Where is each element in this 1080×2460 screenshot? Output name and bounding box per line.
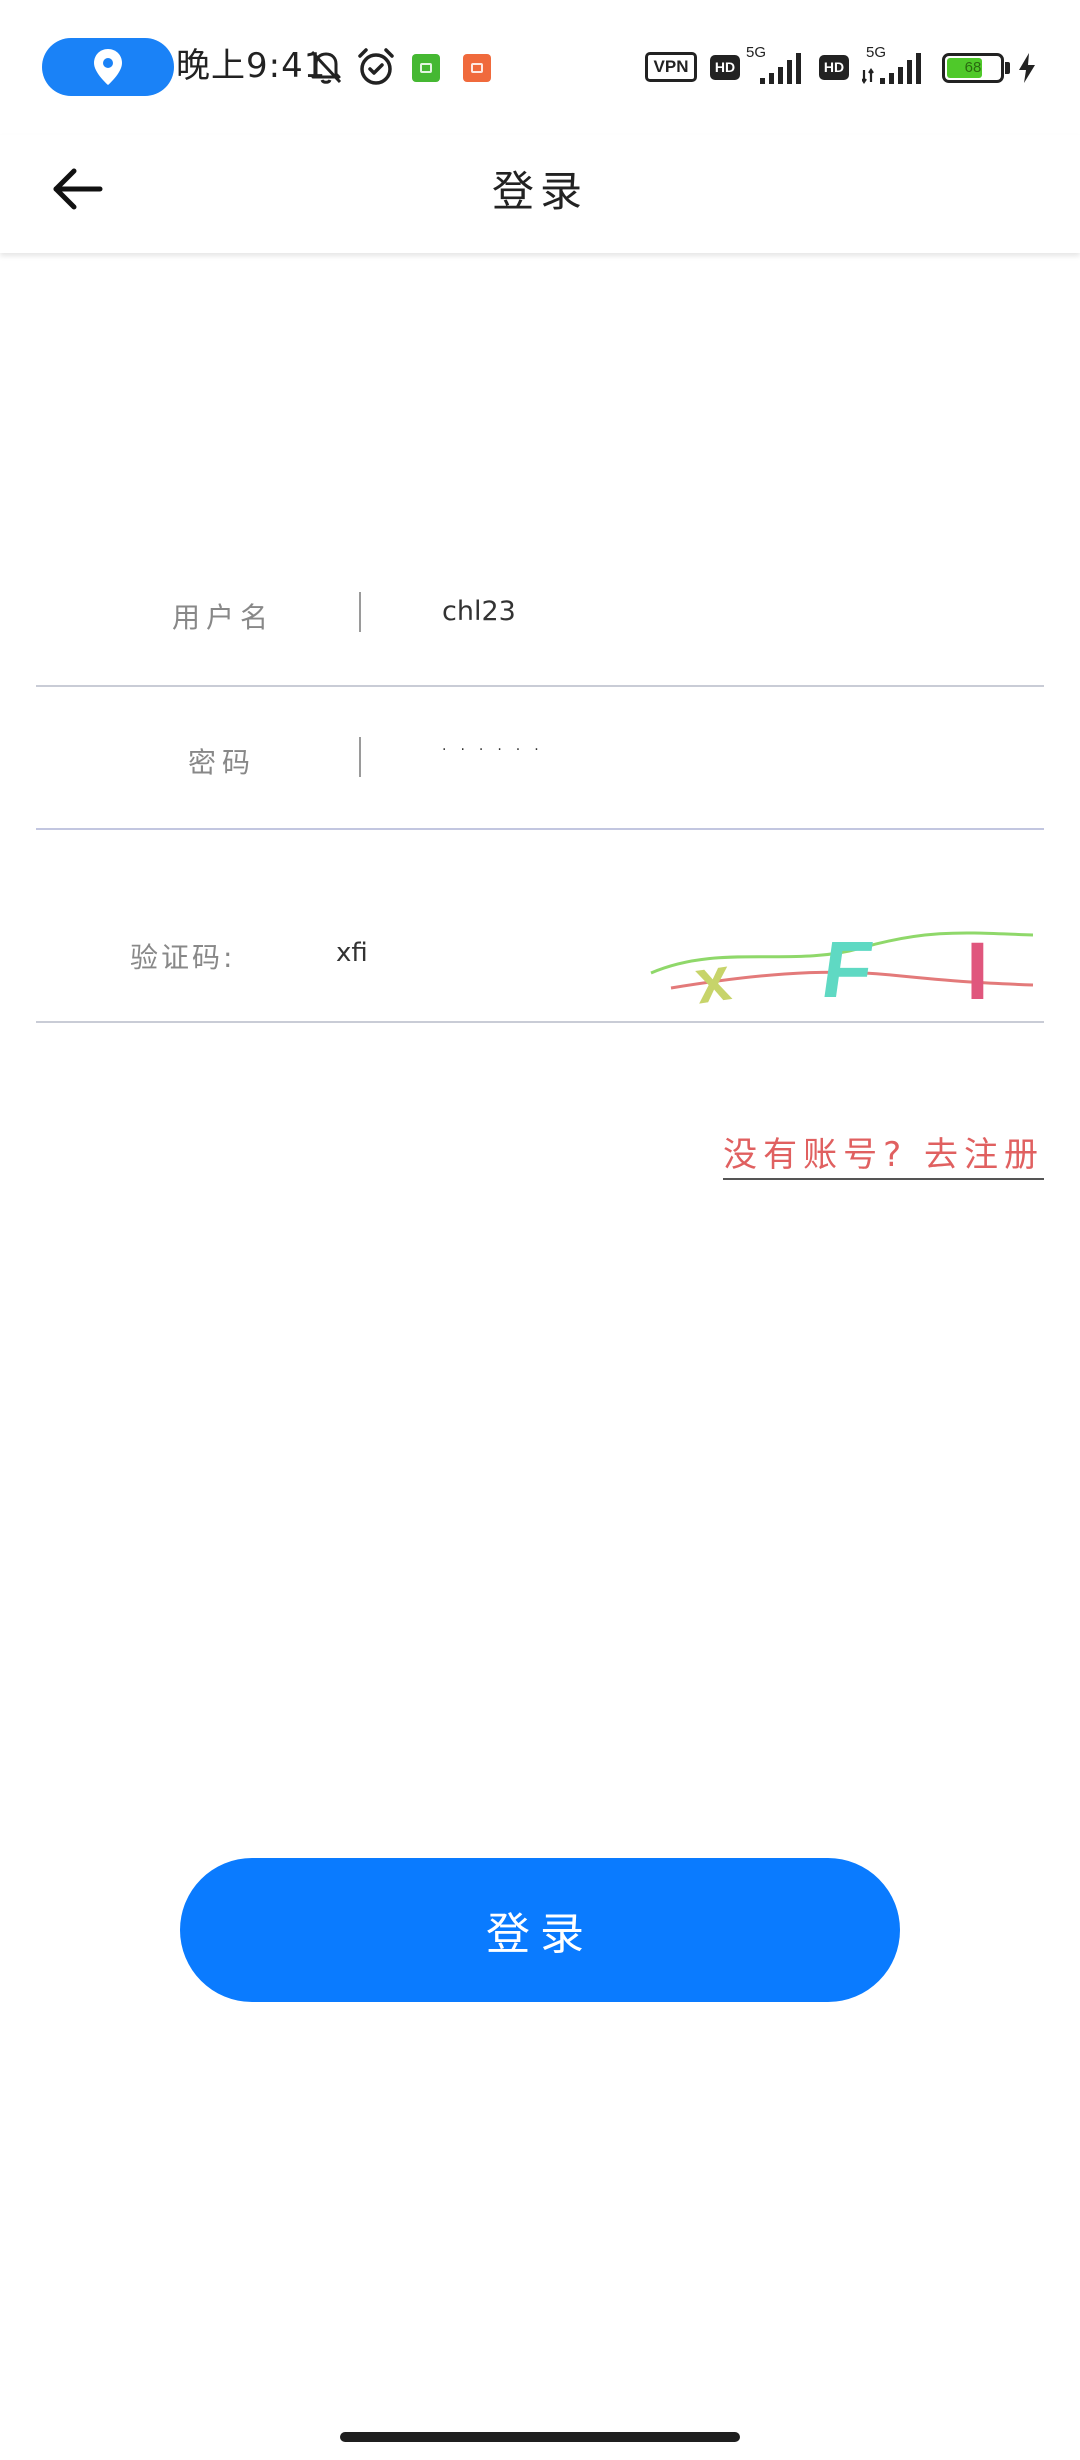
login-button[interactable]: 登录 (180, 1858, 900, 2002)
signal-strength-icon (760, 53, 801, 84)
notification-app-icon (463, 54, 491, 82)
page-title: 登录 (491, 167, 588, 216)
notification-app-icon (412, 54, 440, 82)
password-row: 密码 (36, 685, 1044, 830)
captcha-char: x (691, 944, 735, 1017)
password-label: 密码 (188, 746, 257, 779)
location-pin-icon (94, 49, 122, 85)
home-indicator[interactable] (340, 2432, 740, 2442)
back-button[interactable] (44, 155, 112, 223)
captcha-row: 验证码: x F I (36, 828, 1044, 1023)
captcha-char: F (817, 925, 878, 1015)
location-indicator[interactable] (42, 38, 174, 96)
captcha-input[interactable] (336, 928, 596, 978)
arrow-left-icon (53, 168, 103, 210)
captcha-image[interactable]: x F I (641, 913, 1041, 1023)
username-input[interactable] (442, 586, 1002, 636)
hd-badge: HD (710, 55, 740, 80)
password-input[interactable] (442, 725, 1002, 775)
bolt-icon (1019, 53, 1035, 83)
status-time: 晚上9:41 (176, 46, 327, 86)
captcha-label: 验证码: (130, 941, 236, 974)
vpn-badge: VPN (645, 52, 697, 82)
register-link[interactable]: 没有账号? 去注册 (723, 1127, 1044, 1180)
label-divider (359, 737, 361, 777)
battery-tip (1005, 62, 1010, 74)
captcha-char: I (966, 926, 989, 1017)
hd-badge: HD (819, 55, 849, 80)
alarm-clock-icon (355, 46, 397, 88)
app-bar: 登录 (0, 135, 1080, 253)
username-label: 用户名 (172, 601, 275, 634)
signal-strength-icon (862, 53, 921, 84)
battery-indicator: 68 (942, 53, 1004, 83)
captcha-graphic: x F I (650, 925, 1034, 1017)
bell-off-icon (306, 46, 346, 86)
username-row: 用户名 (36, 540, 1044, 687)
status-bar: 晚上9:41 VPN HD 5G HD 5G 68 (0, 0, 1080, 135)
battery-level: 68 (964, 59, 982, 76)
label-divider (359, 592, 361, 632)
